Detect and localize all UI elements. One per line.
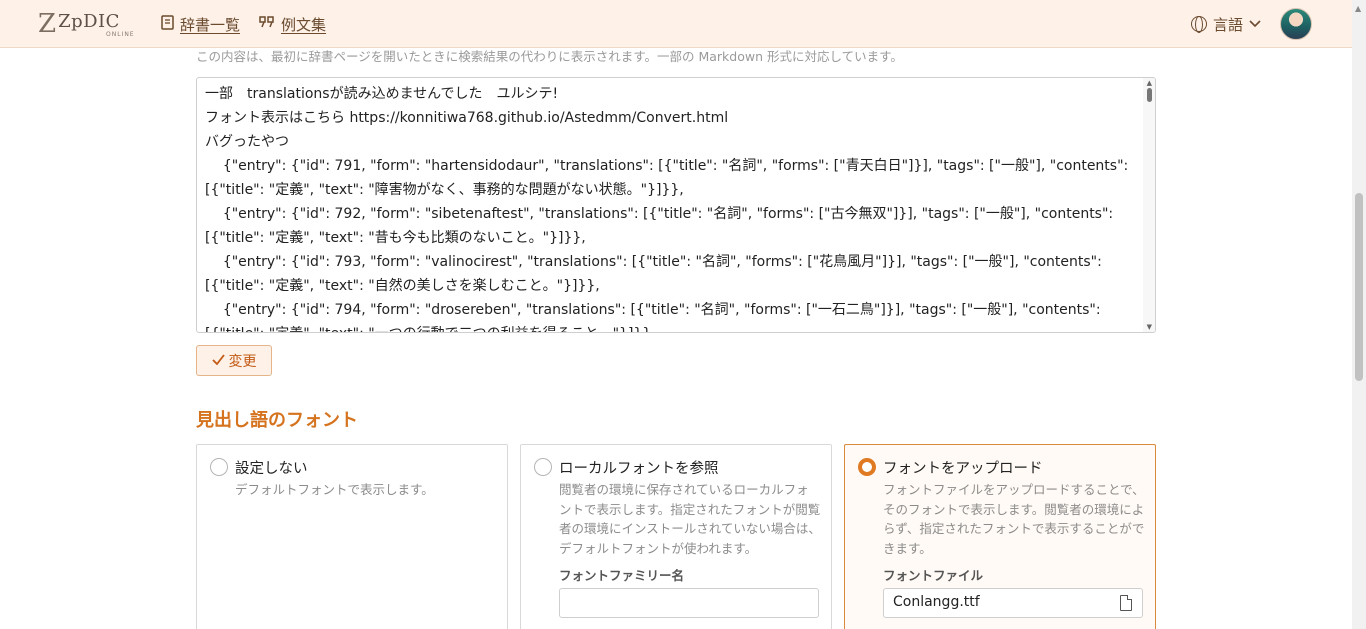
check-icon <box>211 353 225 369</box>
nav-dictionaries-link[interactable]: 辞書一覧 <box>161 13 240 35</box>
header: Z ZpDIC ONLINE 辞書一覧 例文集 言語 <box>0 0 1352 48</box>
file-icon[interactable] <box>1120 595 1132 611</box>
globe-icon <box>1191 16 1207 33</box>
textarea-scroll-down-icon[interactable]: ▼ <box>1147 323 1152 331</box>
change-button[interactable]: 変更 <box>196 345 272 376</box>
language-label: 言語 <box>1213 15 1244 34</box>
logo-mark: Z <box>38 9 57 39</box>
language-menu[interactable]: 言語 <box>1191 13 1261 35</box>
font-option-upload[interactable]: フォントをアップロード フォントファイルをアップロードすることで、そのフォントで… <box>844 444 1156 629</box>
font-file-name: Conlangg.ttf <box>893 594 980 610</box>
font-section-title: 見出し語のフォント <box>196 410 358 431</box>
textarea-scrollbar[interactable]: ▲ ▼ <box>1143 78 1155 332</box>
textarea-scroll-thumb[interactable] <box>1147 88 1152 102</box>
radio-none[interactable] <box>210 458 228 476</box>
textarea-scroll-up-icon[interactable]: ▲ <box>1147 79 1152 87</box>
nav-examples-link[interactable]: 例文集 <box>259 13 326 35</box>
font-option-local[interactable]: ローカルフォントを参照 閲覧者の環境に保存されているローカルフォントで表示します… <box>520 444 832 629</box>
description-textarea[interactable]: 一部 translationsが読み込めませんでした ユルシテ! フォント表示は… <box>196 77 1156 333</box>
textarea-content[interactable]: 一部 translationsが読み込めませんでした ユルシテ! フォント表示は… <box>205 82 1130 332</box>
scroll-up-arrow-icon[interactable]: ▲ <box>1355 4 1361 13</box>
nav-examples-label: 例文集 <box>281 15 327 34</box>
textarea-hint: この内容は、最初に辞書ページを開いたときに検索結果の代わりに表示されます。一部の… <box>196 49 903 64</box>
logo[interactable]: Z ZpDIC ONLINE <box>38 9 134 39</box>
font-option-none[interactable]: 設定しない デフォルトフォントで表示します。 <box>196 444 508 629</box>
change-button-label: 変更 <box>228 353 257 370</box>
font-family-field-label: フォントファミリー名 <box>559 568 685 583</box>
user-avatar[interactable] <box>1280 8 1312 40</box>
font-family-input[interactable] <box>559 588 819 618</box>
font-option-description: 閲覧者の環境に保存されているローカルフォントで表示します。指定されたフォントが閲… <box>559 482 821 556</box>
page-scrollbar[interactable]: ▲ <box>1352 0 1366 629</box>
logo-subtitle: ONLINE <box>106 31 135 38</box>
font-file-field-label: フォントファイル <box>883 568 984 583</box>
chevron-down-icon <box>1249 17 1261 31</box>
logo-text: ZpDIC <box>58 11 120 32</box>
radio-upload[interactable] <box>858 458 876 476</box>
font-option-description: フォントファイルをアップロードすることで、そのフォントで表示します。閲覧者の環境… <box>883 482 1145 556</box>
font-option-label: フォントをアップロード <box>883 461 1043 477</box>
nav-dictionaries-label: 辞書一覧 <box>180 15 241 34</box>
radio-local[interactable] <box>534 458 552 476</box>
quote-icon <box>259 15 275 33</box>
font-option-label: 設定しない <box>235 461 308 477</box>
scrollbar-thumb[interactable] <box>1355 193 1363 381</box>
font-option-label: ローカルフォントを参照 <box>559 461 719 477</box>
font-option-description: デフォルトフォントで表示します。 <box>235 482 434 497</box>
font-file-input[interactable]: Conlangg.ttf <box>883 588 1143 618</box>
book-icon <box>161 14 174 34</box>
